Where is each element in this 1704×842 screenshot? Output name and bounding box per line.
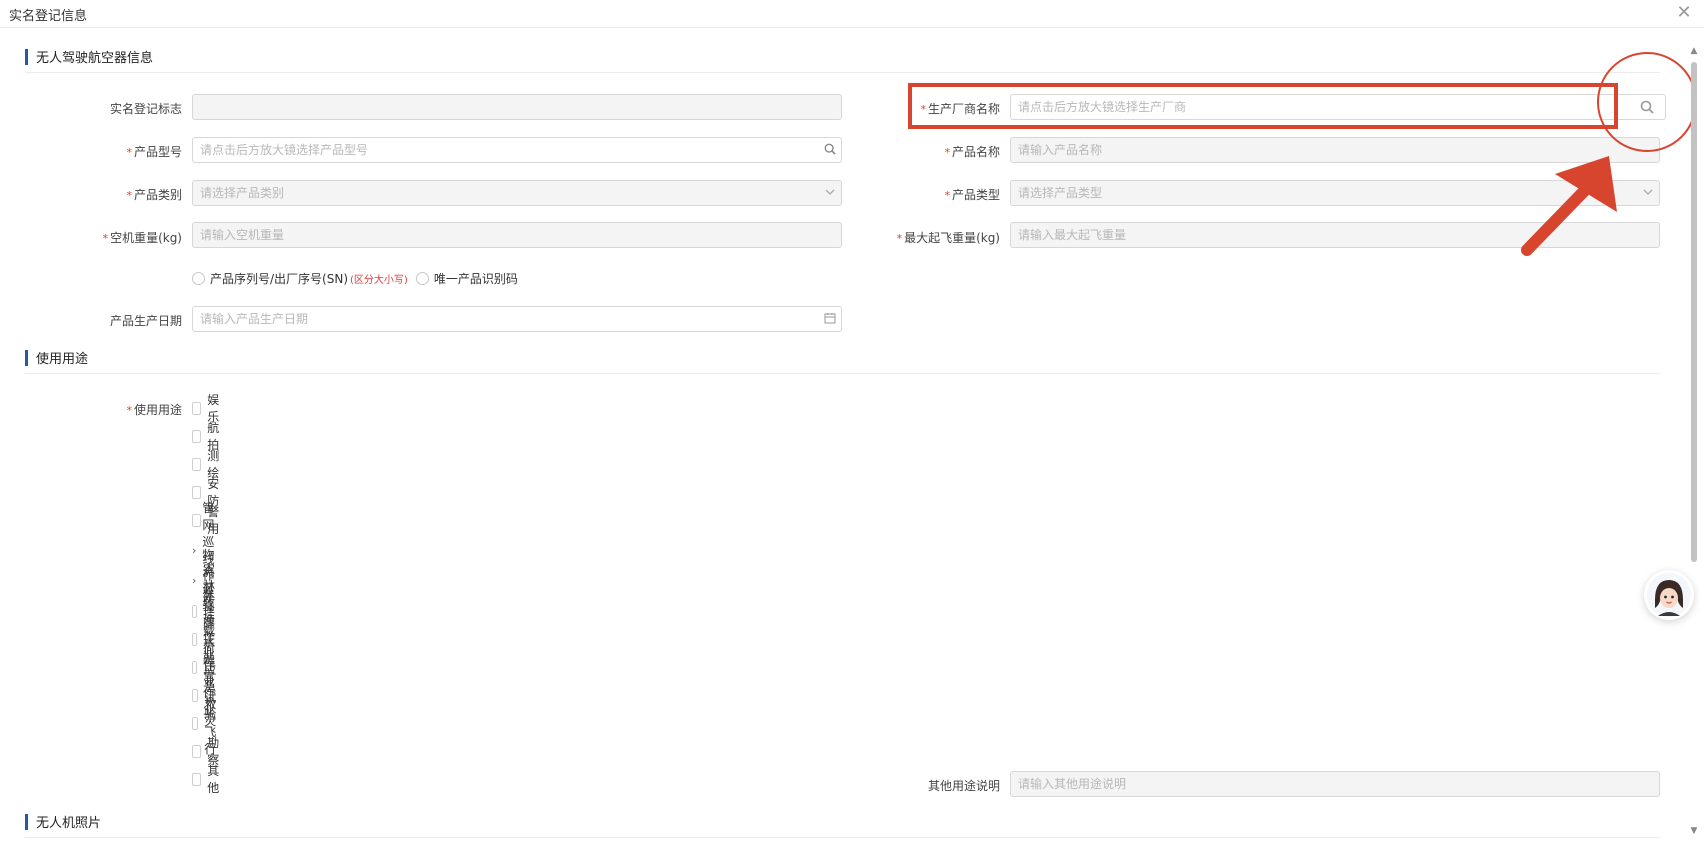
annotation-arrow-icon (1521, 156, 1617, 256)
section-usage-header: 使用用途 (25, 348, 88, 367)
serial-radio-label: 产品序列号/出厂序号(SN) (210, 272, 349, 286)
reg-mark-field (192, 94, 842, 120)
checkbox-box[interactable] (192, 716, 199, 730)
empty-weight-label: * 空机重量(kg) (102, 231, 182, 245)
scroll-down-icon[interactable]: ▼ (1689, 826, 1699, 836)
scroll-up-icon[interactable]: ▲ (1689, 46, 1699, 56)
annotation-highlight-box (908, 83, 1618, 129)
chevron-down-icon (823, 186, 837, 200)
dialog-title: 实名登记信息 (9, 9, 88, 24)
section-usage-title: 使用用途 (36, 352, 89, 367)
usage-checkbox-test-flight[interactable]: 试验飞行 (192, 691, 223, 756)
uid-radio-label: 唯一产品识别码 (433, 272, 518, 286)
identifier-radio-group: 产品序列号/出厂序号(SN) (区分大小写) 唯一产品识别码 (192, 270, 518, 287)
model-search-icon[interactable] (823, 143, 837, 157)
section-accent-bar (25, 48, 28, 65)
usage-checkbox-inspection[interactable]: 勘察 (192, 736, 223, 767)
model-input[interactable] (192, 137, 842, 163)
section-divider (25, 837, 1660, 838)
calendar-icon[interactable] (823, 312, 837, 326)
empty-weight-field (192, 222, 842, 248)
checkbox-box[interactable] (192, 660, 198, 674)
usage-checkbox-survey[interactable]: 测绘 (192, 449, 223, 480)
chevron-right-icon[interactable]: › (192, 544, 196, 557)
production-date-input[interactable] (192, 306, 842, 332)
section-photos-title: 无人机照片 (36, 816, 102, 831)
uid-radio[interactable]: 唯一产品识别码 (415, 270, 518, 287)
reg-mark-label: 实名登记标志 (109, 102, 182, 116)
section-accent-bar (25, 813, 28, 830)
checkbox-box[interactable] (192, 457, 202, 471)
model-label: * 产品型号 (126, 145, 182, 159)
assistant-avatar-icon[interactable] (1644, 570, 1694, 620)
checkbox-box[interactable] (192, 772, 202, 786)
checkbox-box[interactable] (192, 485, 202, 499)
checkbox-box[interactable] (192, 429, 202, 443)
usage-checkbox-entertainment[interactable]: 娱乐 (192, 393, 223, 424)
case-sensitive-note: (区分大小写) (350, 275, 408, 286)
checkbox-box[interactable] (192, 513, 202, 527)
product-name-label: * 产品名称 (944, 145, 1000, 159)
max-takeoff-label: * 最大起飞重量(kg) (896, 231, 1000, 245)
usage-checkbox-label: 其他 (207, 764, 220, 795)
annotation-circle (1597, 52, 1697, 152)
checkbox-box[interactable] (192, 744, 202, 758)
checkbox-box[interactable] (192, 632, 198, 646)
section-accent-bar (25, 349, 28, 366)
section-photos-header: 无人机照片 (25, 812, 101, 831)
checkbox-box[interactable] (192, 604, 198, 618)
chevron-right-icon[interactable]: › (192, 574, 196, 587)
close-icon[interactable]: ✕ (1675, 4, 1693, 22)
serial-radio[interactable]: 产品序列号/出厂序号(SN) (区分大小写) (192, 270, 408, 287)
other-desc-label: 其他用途说明 (927, 779, 1000, 793)
section-divider (25, 72, 1660, 73)
usage-checkbox-aerial[interactable]: 航拍 (192, 421, 223, 452)
checkbox-box[interactable] (192, 688, 199, 702)
dialog-titlebar (0, 0, 1704, 28)
checkbox-box[interactable] (192, 401, 202, 415)
section-aircraft-header: 无人驾驶航空器信息 (25, 47, 153, 66)
chevron-down-icon (1641, 186, 1655, 200)
scrollbar-thumb[interactable] (1691, 62, 1697, 562)
radio-dot[interactable] (415, 272, 429, 285)
category-select (192, 180, 842, 206)
production-date-label: 产品生产日期 (109, 314, 182, 328)
usage-label: * 使用用途 (126, 403, 182, 417)
product-type-label: * 产品类型 (944, 188, 1000, 202)
assistant-avatar[interactable] (1644, 570, 1694, 620)
section-divider (25, 373, 1660, 374)
radio-dot[interactable] (192, 272, 205, 285)
category-label: * 产品类别 (126, 188, 182, 202)
other-desc-field (1010, 771, 1660, 797)
section-aircraft-title: 无人驾驶航空器信息 (36, 51, 154, 66)
usage-checkbox-other[interactable]: 其他 (192, 764, 223, 795)
